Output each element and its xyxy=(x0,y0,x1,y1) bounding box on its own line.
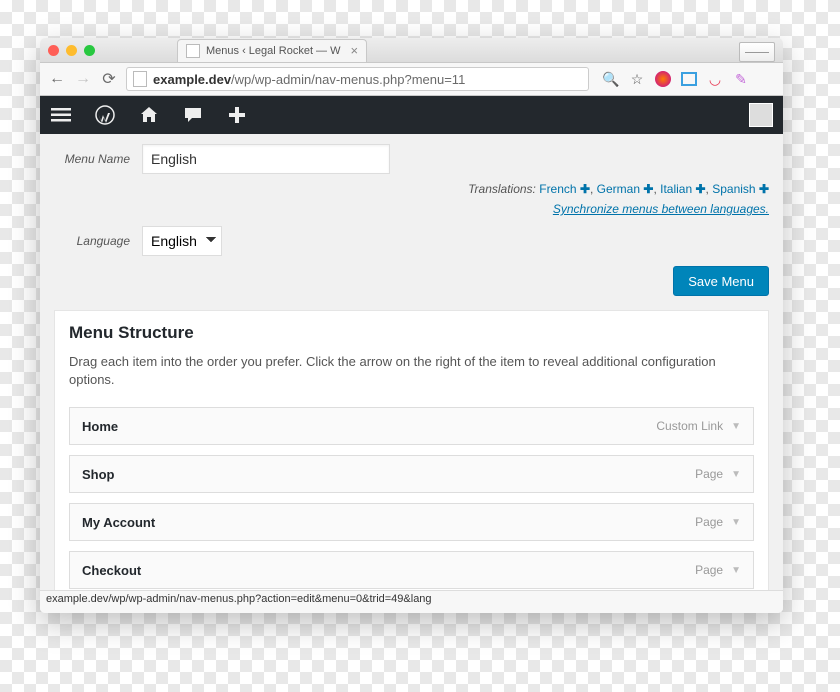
menu-item[interactable]: Home Custom Link ▼ xyxy=(69,407,754,445)
menu-structure-panel: Menu Structure Drag each item into the o… xyxy=(54,310,769,604)
menu-structure-help: Drag each item into the order you prefer… xyxy=(69,353,754,389)
search-icon[interactable]: 🔍 xyxy=(603,71,619,87)
page-icon xyxy=(186,44,200,58)
minimize-window-button[interactable] xyxy=(66,45,77,56)
extension-icon[interactable] xyxy=(655,71,671,87)
chevron-down-icon[interactable]: ▼ xyxy=(731,517,741,528)
site-icon xyxy=(133,71,147,87)
add-new-icon[interactable] xyxy=(226,104,248,126)
hamburger-icon[interactable] xyxy=(50,104,72,126)
plus-icon[interactable]: ✚ xyxy=(580,182,590,196)
back-button[interactable]: ← xyxy=(48,70,66,88)
bookmark-star-icon[interactable]: ☆ xyxy=(629,71,645,87)
close-window-button[interactable] xyxy=(48,45,59,56)
translation-link-italian[interactable]: Italian xyxy=(660,182,692,196)
wp-admin-bar xyxy=(40,96,783,134)
close-tab-icon[interactable]: × xyxy=(351,43,359,58)
menu-item-type: Custom Link xyxy=(656,419,723,433)
translation-link-spanish[interactable]: Spanish xyxy=(712,182,755,196)
zoom-window-button[interactable] xyxy=(84,45,95,56)
translation-link-german[interactable]: German xyxy=(597,182,640,196)
menu-item-type: Page xyxy=(695,515,723,529)
menu-name-input[interactable] xyxy=(142,144,390,174)
pocket-icon[interactable]: ◡ xyxy=(707,71,723,87)
menu-item[interactable]: My Account Page ▼ xyxy=(69,503,754,541)
menu-item-name: My Account xyxy=(82,515,155,530)
menu-item-name: Home xyxy=(82,419,118,434)
translations-line: Translations: French ✚, German ✚, Italia… xyxy=(54,182,769,196)
translation-link-french[interactable]: French xyxy=(539,182,576,196)
wordpress-logo-icon[interactable] xyxy=(94,104,116,126)
tab-title: Menus ‹ Legal Rocket — W xyxy=(206,45,341,57)
menu-item-type: Page xyxy=(695,467,723,481)
window-menu-button[interactable] xyxy=(739,42,775,62)
browser-tab[interactable]: Menus ‹ Legal Rocket — W × xyxy=(177,39,367,62)
synchronize-link[interactable]: Synchronize menus between languages. xyxy=(553,202,769,216)
forward-button[interactable]: → xyxy=(74,70,92,88)
hamburger-menu-icon[interactable] xyxy=(759,71,775,87)
menu-item-name: Checkout xyxy=(82,563,141,578)
menu-structure-heading: Menu Structure xyxy=(69,323,754,343)
comment-icon[interactable] xyxy=(182,104,204,126)
chevron-down-icon[interactable]: ▼ xyxy=(731,565,741,576)
save-menu-button[interactable]: Save Menu xyxy=(673,266,769,296)
plus-icon[interactable]: ✚ xyxy=(759,182,769,196)
reload-button[interactable]: ⟳ xyxy=(100,69,118,89)
status-bar: example.dev/wp/wp-admin/nav-menus.php?ac… xyxy=(40,590,783,613)
menu-item[interactable]: Shop Page ▼ xyxy=(69,455,754,493)
toolbar-icons: 🔍 ☆ ◡ ✎ xyxy=(603,71,775,87)
browser-toolbar: ← → ⟳ example.dev/wp/wp-admin/nav-menus.… xyxy=(40,63,783,96)
menu-item-type: Page xyxy=(695,563,723,577)
menu-name-label: Menu Name xyxy=(54,152,130,166)
extension-icon[interactable]: ✎ xyxy=(733,71,749,87)
address-bar[interactable]: example.dev/wp/wp-admin/nav-menus.php?me… xyxy=(126,67,589,91)
plus-icon[interactable]: ✚ xyxy=(695,182,705,196)
user-avatar[interactable] xyxy=(749,103,773,127)
home-icon[interactable] xyxy=(138,104,160,126)
url-host: example.dev xyxy=(153,72,231,87)
window-controls xyxy=(48,45,95,56)
admin-content: Menu Name Translations: French ✚, German… xyxy=(40,134,783,613)
chevron-down-icon[interactable]: ▼ xyxy=(731,469,741,480)
language-select[interactable]: English xyxy=(142,226,222,256)
language-label: Language xyxy=(54,234,130,248)
menu-item[interactable]: Checkout Page ▼ xyxy=(69,551,754,589)
translations-prefix: Translations: xyxy=(468,182,536,196)
browser-window: Menus ‹ Legal Rocket — W × ← → ⟳ example… xyxy=(40,38,783,613)
titlebar: Menus ‹ Legal Rocket — W × xyxy=(40,38,783,63)
plus-icon[interactable]: ✚ xyxy=(643,182,653,196)
chevron-down-icon[interactable]: ▼ xyxy=(731,421,741,432)
extension-icon[interactable] xyxy=(681,72,697,86)
url-path: /wp/wp-admin/nav-menus.php?menu=11 xyxy=(231,72,465,87)
menu-item-name: Shop xyxy=(82,467,115,482)
